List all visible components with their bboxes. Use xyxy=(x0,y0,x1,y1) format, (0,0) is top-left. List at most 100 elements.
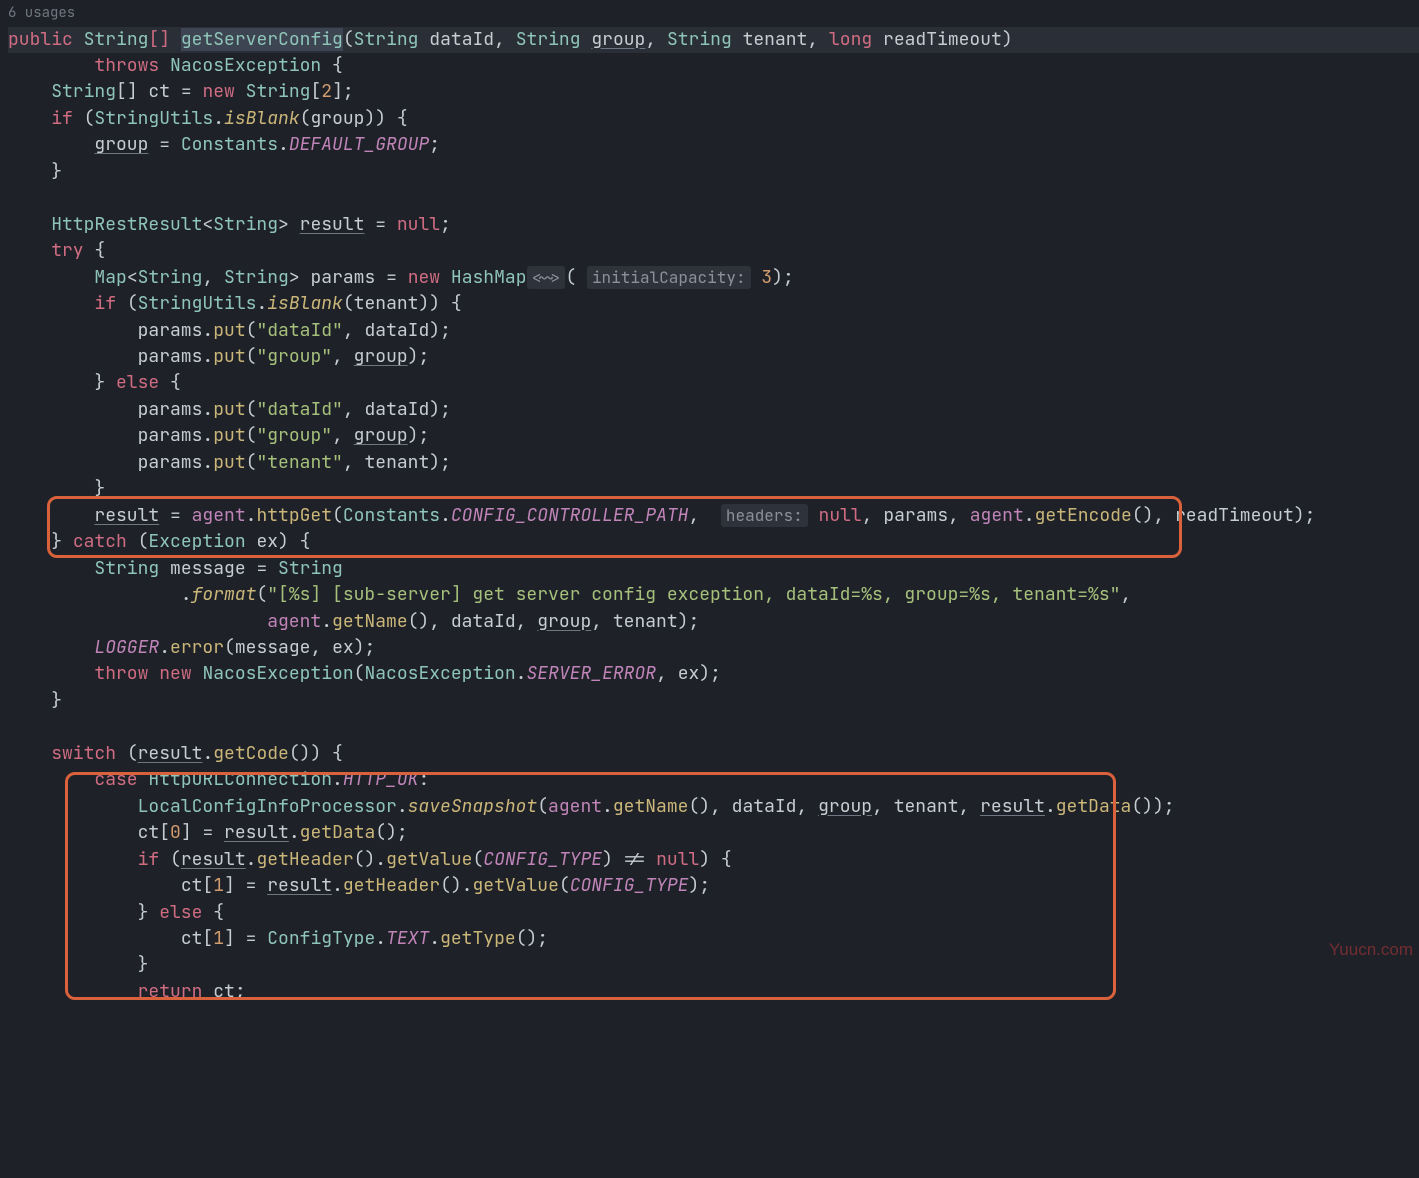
code-line[interactable]: Map<String, String> params = new HashMap… xyxy=(8,265,1419,291)
ident: ct xyxy=(181,927,203,950)
code-line[interactable]: ct[1] = ConfigType.TEXT.getType(); xyxy=(8,926,1419,952)
ident: params xyxy=(883,504,948,527)
method-call: getName xyxy=(332,610,408,633)
keyword-try: try xyxy=(51,239,83,262)
type: HttpURLConnection xyxy=(148,768,332,791)
constant: CONFIG_TYPE xyxy=(570,874,689,897)
keyword-return: return xyxy=(138,980,203,1003)
code-line[interactable]: params.put("group", group); xyxy=(8,423,1419,449)
ident: readTimeout xyxy=(1175,504,1294,527)
usages-hint[interactable]: 6 usages xyxy=(0,0,1419,27)
code-line[interactable] xyxy=(8,714,1419,740)
code-line[interactable]: params.put("tenant", tenant); xyxy=(8,450,1419,476)
code-line[interactable]: } xyxy=(8,159,1419,185)
field: agent xyxy=(192,504,246,527)
ident: params xyxy=(138,345,203,368)
ident: group xyxy=(818,795,872,818)
type: StringUtils xyxy=(138,292,257,315)
keyword-if: if xyxy=(138,848,160,871)
type: HashMap xyxy=(451,266,527,289)
code-line[interactable]: LocalConfigInfoProcessor.saveSnapshot(ag… xyxy=(8,794,1419,820)
field: agent xyxy=(970,504,1024,527)
keyword-null: null xyxy=(819,504,862,527)
keyword-null: null xyxy=(397,213,440,236)
code-line[interactable]: String[] ct = new String[2]; xyxy=(8,79,1419,105)
constant: SERVER_ERROR xyxy=(526,662,656,685)
method-call: isBlank xyxy=(224,107,300,130)
ident: ex xyxy=(256,530,278,553)
code-line[interactable]: throw new NacosException(NacosException.… xyxy=(8,661,1419,687)
method-call: httpGet xyxy=(256,504,332,527)
code-line[interactable]: String message = String xyxy=(8,556,1419,582)
ident: group xyxy=(94,133,148,156)
code-line[interactable]: } else { xyxy=(8,370,1419,396)
ident: group xyxy=(354,424,408,447)
code-line[interactable]: } catch (Exception ex) { xyxy=(8,529,1419,555)
ident: group xyxy=(537,610,591,633)
ident: message xyxy=(170,557,246,580)
keyword-throws: throws xyxy=(94,54,159,77)
code-line[interactable]: params.put("group", group); xyxy=(8,344,1419,370)
code-line[interactable]: throws NacosException { xyxy=(8,53,1419,79)
ident: result xyxy=(224,821,289,844)
ident: params xyxy=(138,451,203,474)
code-line[interactable]: } xyxy=(8,476,1419,502)
number: 3 xyxy=(761,266,772,289)
number: 1 xyxy=(213,927,224,950)
code-line[interactable]: return ct; xyxy=(8,979,1419,1005)
keyword-throw: throw xyxy=(94,662,148,685)
code-line[interactable]: try { xyxy=(8,238,1419,264)
ident: dataId xyxy=(732,795,797,818)
array-brackets: [] xyxy=(148,28,170,51)
string: "group" xyxy=(256,424,332,447)
method-call: getType xyxy=(440,927,516,950)
method-call: getValue xyxy=(386,848,472,871)
method-call: saveSnapshot xyxy=(408,795,538,818)
method-call: put xyxy=(213,319,245,342)
code-line[interactable]: HttpRestResult<String> result = null; xyxy=(8,212,1419,238)
code-line[interactable]: group = Constants.DEFAULT_GROUP; xyxy=(8,132,1419,158)
code-line[interactable]: .format("[%s] [sub-server] get server co… xyxy=(8,582,1419,608)
code-editor[interactable]: public String[] getServerConfig(String d… xyxy=(0,27,1419,1006)
code-line[interactable]: params.put("dataId", dataId); xyxy=(8,397,1419,423)
code-line[interactable]: switch (result.getCode()) { xyxy=(8,741,1419,767)
param: readTimeout xyxy=(883,28,1002,51)
number: 1 xyxy=(213,874,224,897)
keyword-new: new xyxy=(159,662,191,685)
hint-diamond: <~> xyxy=(527,266,566,289)
hint-headers: headers: xyxy=(721,504,808,527)
keyword-new: new xyxy=(202,80,234,103)
constant: CONFIG_TYPE xyxy=(483,848,602,871)
keyword-if: if xyxy=(94,292,116,315)
code-line[interactable]: LOGGER.error(message, ex); xyxy=(8,635,1419,661)
number: 2 xyxy=(321,80,332,103)
code-line[interactable]: public String[] getServerConfig(String d… xyxy=(8,27,1419,53)
method-call: getData xyxy=(1056,795,1132,818)
code-line[interactable]: agent.getName(), dataId, group, tenant); xyxy=(8,609,1419,635)
ident: result xyxy=(980,795,1045,818)
type: Constants xyxy=(181,133,278,156)
code-line[interactable]: } else { xyxy=(8,900,1419,926)
code-line[interactable]: } xyxy=(8,688,1419,714)
field: agent xyxy=(267,610,321,633)
type: String xyxy=(354,28,419,51)
type: Exception xyxy=(148,530,245,553)
code-line[interactable] xyxy=(8,185,1419,211)
type: String xyxy=(246,80,311,103)
method-call: getName xyxy=(613,795,689,818)
code-line[interactable]: ct[1] = result.getHeader().getValue(CONF… xyxy=(8,873,1419,899)
ident: params xyxy=(310,266,375,289)
code-line[interactable]: } xyxy=(8,952,1419,978)
code-line[interactable]: ct[0] = result.getData(); xyxy=(8,820,1419,846)
code-line[interactable]: if (StringUtils.isBlank(tenant)) { xyxy=(8,291,1419,317)
code-line[interactable]: result = agent.httpGet(Constants.CONFIG_… xyxy=(8,503,1419,529)
type: String xyxy=(278,557,343,580)
code-line[interactable]: case HttpURLConnection.HTTP_OK: xyxy=(8,767,1419,793)
code-line[interactable]: params.put("dataId", dataId); xyxy=(8,318,1419,344)
code-line[interactable]: if (StringUtils.isBlank(group)) { xyxy=(8,106,1419,132)
string: "dataId" xyxy=(256,398,342,421)
string: "dataId" xyxy=(256,319,342,342)
constant: CONFIG_CONTROLLER_PATH xyxy=(451,504,689,527)
param: group xyxy=(591,28,645,51)
code-line[interactable]: if (result.getHeader().getValue(CONFIG_T… xyxy=(8,847,1419,873)
